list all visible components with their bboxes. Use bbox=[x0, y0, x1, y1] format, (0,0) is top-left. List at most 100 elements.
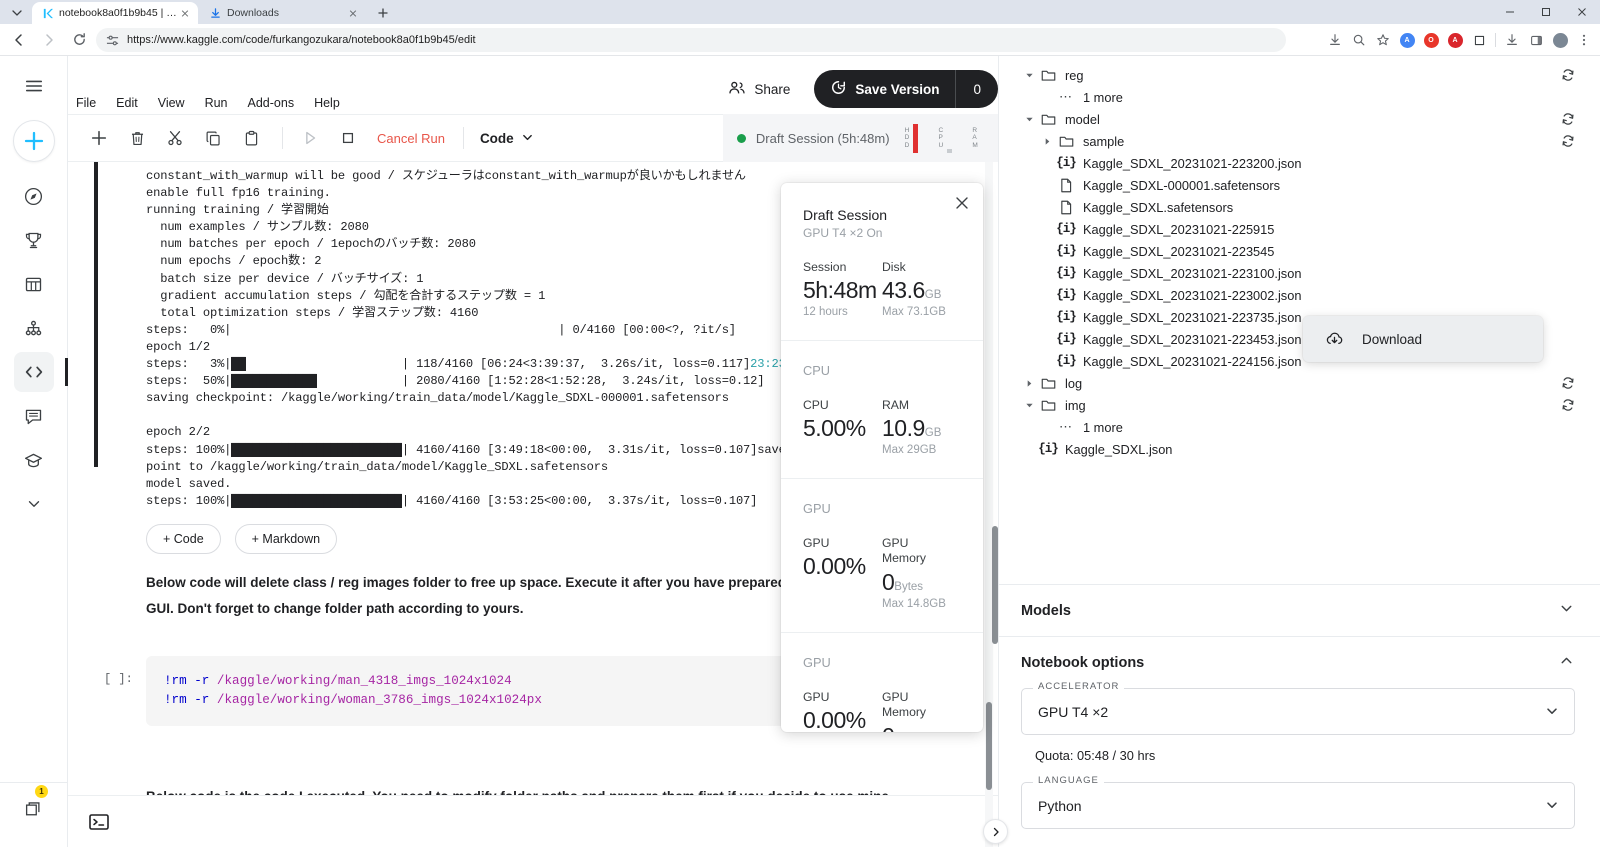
stop-button[interactable] bbox=[331, 121, 365, 155]
tree-row[interactable]: log bbox=[999, 372, 1600, 394]
cell-type-select[interactable]: Code bbox=[474, 125, 539, 152]
accelerator-select[interactable]: GPU T4 ×2 bbox=[1021, 688, 1575, 735]
chevron-down-icon[interactable] bbox=[1021, 115, 1037, 124]
copy-button[interactable] bbox=[196, 121, 230, 155]
extension-opera-icon[interactable]: O bbox=[1419, 28, 1443, 52]
profile-avatar[interactable] bbox=[1548, 28, 1572, 52]
browser-tab-downloads[interactable]: Downloads bbox=[200, 2, 366, 24]
close-icon[interactable] bbox=[951, 192, 973, 214]
download-menu-item[interactable]: Download bbox=[1362, 332, 1422, 347]
session-status-chip[interactable]: Draft Session (5h:48m) HDD CPU RAM bbox=[723, 114, 998, 162]
chevron-down-icon[interactable] bbox=[14, 484, 54, 524]
chevron-right-icon[interactable] bbox=[1039, 137, 1055, 146]
save-version-button[interactable]: Save Version 0 bbox=[814, 70, 998, 108]
compass-icon[interactable] bbox=[14, 176, 54, 216]
panel-collapse-button[interactable] bbox=[983, 819, 1008, 844]
menu-view[interactable]: View bbox=[148, 92, 195, 114]
close-window-button[interactable] bbox=[1564, 0, 1600, 24]
models-section-header[interactable]: Models bbox=[999, 584, 1600, 636]
add-code-button[interactable]: + Code bbox=[146, 524, 221, 554]
history-icon bbox=[830, 79, 847, 99]
close-icon[interactable] bbox=[346, 6, 360, 20]
tree-row[interactable]: {i}Kaggle_SDXL_20231021-223545 bbox=[999, 240, 1600, 262]
reload-button[interactable] bbox=[66, 27, 92, 53]
scrollbar-thumb[interactable] bbox=[992, 526, 998, 644]
tab-search-button[interactable] bbox=[6, 4, 28, 21]
create-new-button[interactable] bbox=[13, 120, 55, 162]
tree-row[interactable]: Kaggle_SDXL.safetensors bbox=[999, 196, 1600, 218]
cut-button[interactable] bbox=[158, 121, 192, 155]
downloads-tray-icon[interactable] bbox=[1500, 28, 1524, 52]
tree-row[interactable]: img bbox=[999, 394, 1600, 416]
menu-add-ons[interactable]: Add-ons bbox=[238, 92, 305, 114]
share-button[interactable]: Share bbox=[714, 71, 804, 108]
tree-row[interactable]: ⋯1 more bbox=[999, 416, 1600, 438]
download-icon[interactable] bbox=[1323, 28, 1347, 52]
menu-run[interactable]: Run bbox=[195, 92, 238, 114]
browser-tab-active[interactable]: notebook8a0f1b9b45 | Kaggle bbox=[32, 2, 198, 24]
download-context-menu[interactable]: Download bbox=[1303, 316, 1543, 362]
chevron-down-icon[interactable] bbox=[1021, 401, 1037, 410]
menu-help[interactable]: Help bbox=[304, 92, 350, 114]
hamburger-icon[interactable] bbox=[14, 66, 54, 106]
stat-cell: GPU0.00% bbox=[803, 690, 882, 732]
language-select[interactable]: Python bbox=[1021, 782, 1575, 829]
paste-button[interactable] bbox=[234, 121, 268, 155]
graduation-cap-icon[interactable] bbox=[14, 440, 54, 480]
maximize-button[interactable] bbox=[1528, 0, 1564, 24]
tree-row[interactable]: {i}Kaggle_SDXL_20231021-223100.json bbox=[999, 262, 1600, 284]
browser-menu-icon[interactable] bbox=[1572, 28, 1596, 52]
add-cell-button[interactable] bbox=[82, 121, 116, 155]
sidebar-item-code[interactable] bbox=[14, 352, 54, 392]
side-panel-icon[interactable] bbox=[1524, 28, 1548, 52]
tree-row[interactable]: {i}Kaggle_SDXL_20231021-223200.json bbox=[999, 152, 1600, 174]
discussion-icon[interactable] bbox=[14, 396, 54, 436]
save-version-count[interactable]: 0 bbox=[955, 70, 998, 108]
tree-row[interactable]: reg bbox=[999, 64, 1600, 86]
meter-cpu[interactable]: CPU bbox=[933, 114, 957, 162]
chevron-right-icon[interactable] bbox=[1021, 379, 1037, 388]
tree-item-label: sample bbox=[1083, 134, 1124, 149]
bookmark-star-icon[interactable] bbox=[1371, 28, 1395, 52]
delete-cell-button[interactable] bbox=[120, 121, 154, 155]
progress-bar: ██ bbox=[231, 357, 245, 371]
address-bar[interactable]: https://www.kaggle.com/code/furkangozuka… bbox=[96, 28, 1286, 52]
sync-icon[interactable] bbox=[1561, 398, 1575, 412]
notebook-options-body: ACCELERATOR GPU T4 ×2 Quota: 05:48 / 30 … bbox=[999, 688, 1600, 847]
tree-row[interactable]: {i}Kaggle_SDXL_20231021-223002.json bbox=[999, 284, 1600, 306]
tree-row[interactable]: ⋯1 more bbox=[999, 86, 1600, 108]
extension-adblock-icon[interactable]: A bbox=[1443, 28, 1467, 52]
menu-file[interactable]: File bbox=[70, 92, 106, 114]
extension-translate-icon[interactable]: A bbox=[1395, 28, 1419, 52]
tree-row[interactable]: {i}Kaggle_SDXL_20231021-225915 bbox=[999, 218, 1600, 240]
meter-ram[interactable]: RAM bbox=[967, 114, 992, 162]
meter-hdd[interactable]: HDD bbox=[900, 114, 924, 162]
run-button[interactable] bbox=[293, 121, 327, 155]
tree-row[interactable]: sample bbox=[999, 130, 1600, 152]
minimize-button[interactable] bbox=[1492, 0, 1528, 24]
add-markdown-button[interactable]: + Markdown bbox=[235, 524, 337, 554]
extension-generic-icon[interactable] bbox=[1467, 28, 1491, 52]
terminal-icon[interactable] bbox=[84, 809, 114, 835]
cancel-run-button[interactable]: Cancel Run bbox=[369, 125, 453, 152]
trophy-icon[interactable] bbox=[14, 220, 54, 260]
sync-icon[interactable] bbox=[1561, 376, 1575, 390]
tree-row[interactable]: {i}Kaggle_SDXL.json bbox=[999, 438, 1600, 460]
models-icon[interactable] bbox=[14, 308, 54, 348]
sync-icon[interactable] bbox=[1561, 134, 1575, 148]
forward-button[interactable] bbox=[36, 27, 62, 53]
tree-row[interactable]: model bbox=[999, 108, 1600, 130]
sidebar-scrollbar[interactable] bbox=[991, 526, 999, 847]
new-tab-button[interactable] bbox=[374, 4, 392, 22]
viewed-notebooks-icon[interactable]: 1 bbox=[14, 789, 54, 829]
chevron-down-icon[interactable] bbox=[1021, 71, 1037, 80]
back-button[interactable] bbox=[6, 27, 32, 53]
menu-edit[interactable]: Edit bbox=[106, 92, 148, 114]
site-settings-icon[interactable] bbox=[106, 34, 119, 47]
sync-icon[interactable] bbox=[1561, 112, 1575, 126]
search-icon[interactable] bbox=[1347, 28, 1371, 52]
table-icon[interactable] bbox=[14, 264, 54, 304]
tree-row[interactable]: Kaggle_SDXL-000001.safetensors bbox=[999, 174, 1600, 196]
close-icon[interactable] bbox=[178, 6, 192, 20]
sync-icon[interactable] bbox=[1561, 68, 1575, 82]
